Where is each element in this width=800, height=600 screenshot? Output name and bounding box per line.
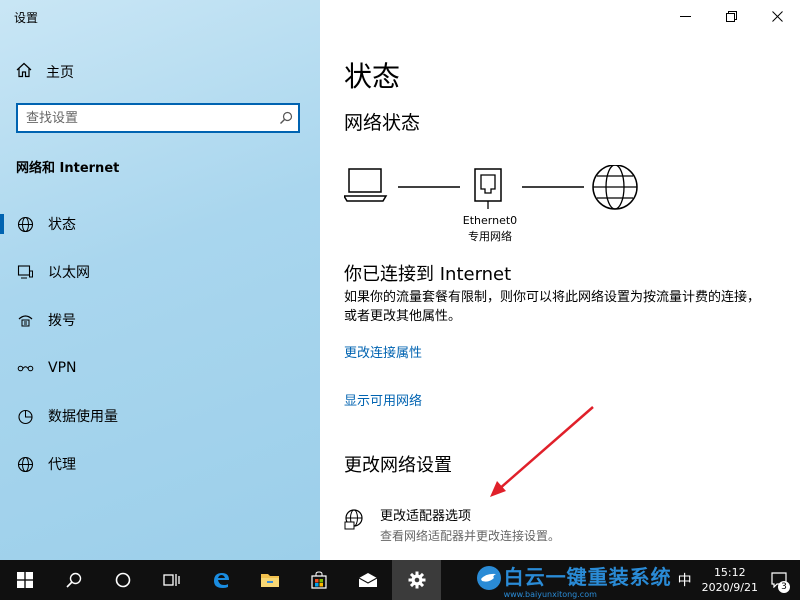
search-icon[interactable] xyxy=(274,111,298,125)
laptop-icon xyxy=(342,168,388,202)
mail-icon[interactable] xyxy=(343,560,392,600)
globe-icon xyxy=(16,215,34,233)
home-icon xyxy=(16,62,46,82)
monitor-icon xyxy=(16,263,34,281)
watermark-logo: 白云一键重装系统 www.baiyunxitong.com xyxy=(474,561,672,599)
minimize-button[interactable] xyxy=(662,0,708,32)
search-icon[interactable] xyxy=(49,560,98,600)
internet-globe-icon xyxy=(592,164,638,210)
sidebar: 设置 主页 网络和 Internet 状态 以太网 xyxy=(0,0,320,560)
sidebar-nav: 状态 以太网 拨号 VPN 数据使用量 代理 xyxy=(0,200,320,488)
sidebar-item-label: 代理 xyxy=(48,457,76,473)
system-tray: 白云一键重装系统 www.baiyunxitong.com 中 15:12 20… xyxy=(474,560,800,600)
section-title: 网络和 Internet xyxy=(16,161,120,176)
network-status-heading: 网络状态 xyxy=(344,112,421,134)
watermark-text: 白云一键重装系统 xyxy=(503,565,672,589)
sidebar-item-label: VPN xyxy=(48,360,77,376)
sidebar-item-ethernet[interactable]: 以太网 xyxy=(0,248,320,296)
sidebar-item-data-usage[interactable]: 数据使用量 xyxy=(0,392,320,440)
home-label: 主页 xyxy=(46,65,74,81)
change-connection-properties-link[interactable]: 更改连接属性 xyxy=(344,342,422,361)
clock-date: 2020/9/21 xyxy=(701,581,758,594)
adapter-option-title: 更改适配器选项 xyxy=(380,509,472,524)
dialup-icon xyxy=(16,311,34,329)
clock-time: 15:12 xyxy=(713,566,746,579)
sidebar-item-vpn[interactable]: VPN xyxy=(0,344,320,392)
window-title: 设置 xyxy=(14,11,39,25)
close-button[interactable] xyxy=(754,0,800,32)
adapter-option-subtitle: 查看网络适配器并更改连接设置。 xyxy=(380,529,561,543)
windows-start-icon[interactable] xyxy=(0,560,49,600)
main-content: 状态 网络状态 Ethernet0 专用网络 你已连接到 Internet 如果… xyxy=(320,0,800,560)
adapter-globe-icon xyxy=(344,505,370,544)
search-input[interactable] xyxy=(18,105,274,131)
taskbar: 白云一键重装系统 www.baiyunxitong.com 中 15:12 20… xyxy=(0,560,800,600)
page-title: 状态 xyxy=(344,60,401,93)
connected-heading: 你已连接到 Internet xyxy=(344,264,512,285)
sidebar-item-label: 以太网 xyxy=(48,265,90,281)
search-box xyxy=(16,103,300,133)
maximize-button[interactable] xyxy=(708,0,754,32)
notification-center-icon[interactable]: 3 xyxy=(766,567,792,593)
store-icon[interactable] xyxy=(294,560,343,600)
ime-indicator[interactable]: 中 xyxy=(678,570,692,590)
sidebar-home[interactable]: 主页 xyxy=(16,62,74,82)
network-name: Ethernet0 xyxy=(462,214,518,227)
sidebar-item-label: 状态 xyxy=(48,217,76,233)
connection-description: 如果你的流量套餐有限制，则你可以将此网络设置为按流量计费的连接，或者更改其他属性… xyxy=(344,290,761,324)
vpn-icon xyxy=(16,359,34,377)
watermark-url: www.baiyunxitong.com xyxy=(503,590,597,599)
ethernet-port-icon xyxy=(474,168,502,209)
sidebar-item-dialup[interactable]: 拨号 xyxy=(0,296,320,344)
show-available-networks-link[interactable]: 显示可用网络 xyxy=(344,390,422,409)
globe-icon xyxy=(16,455,34,473)
sidebar-item-label: 拨号 xyxy=(48,313,76,329)
settings-icon[interactable] xyxy=(392,560,441,600)
notification-count-badge: 3 xyxy=(778,581,790,593)
sidebar-item-proxy[interactable]: 代理 xyxy=(0,440,320,488)
edge-icon[interactable] xyxy=(196,560,245,600)
bird-logo-icon xyxy=(474,565,504,595)
cortana-icon[interactable] xyxy=(98,560,147,600)
file-explorer-icon[interactable] xyxy=(245,560,294,600)
sidebar-item-status[interactable]: 状态 xyxy=(0,200,320,248)
data-usage-icon xyxy=(16,407,34,425)
window-controls xyxy=(662,0,800,32)
change-network-settings-heading: 更改网络设置 xyxy=(344,455,452,476)
task-view-icon[interactable] xyxy=(147,560,196,600)
network-label: Ethernet0 专用网络 xyxy=(450,213,530,245)
network-type: 专用网络 xyxy=(468,230,512,243)
clock[interactable]: 15:12 2020/9/21 xyxy=(702,565,758,595)
sidebar-item-label: 数据使用量 xyxy=(48,409,118,425)
change-adapter-options[interactable]: 更改适配器选项 查看网络适配器并更改连接设置。 xyxy=(344,505,560,544)
